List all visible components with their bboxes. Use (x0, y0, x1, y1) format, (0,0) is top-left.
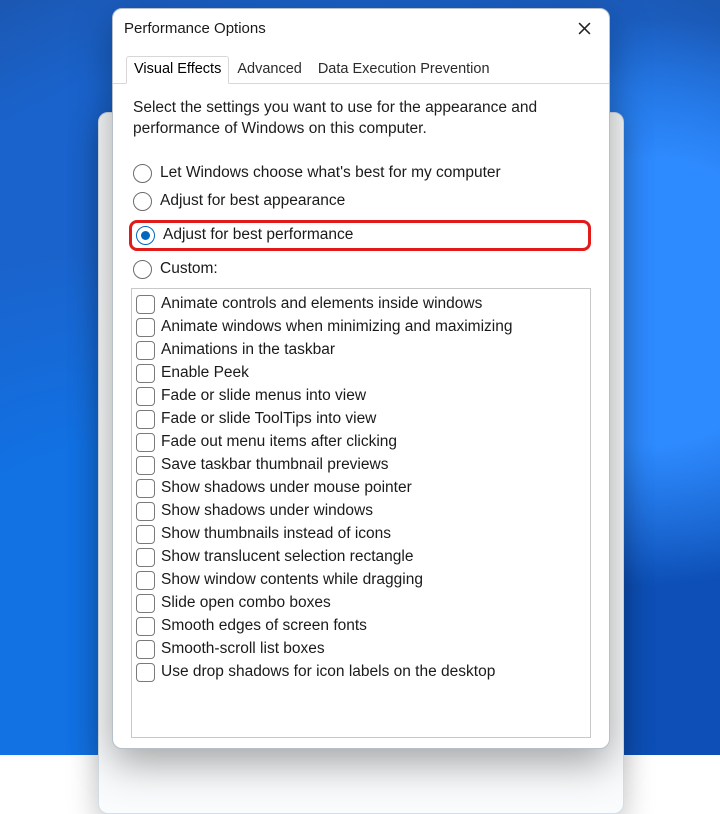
tab-dep[interactable]: Data Execution Prevention (310, 56, 498, 84)
effect-label: Fade or slide ToolTips into view (161, 411, 376, 427)
effect-item[interactable]: Show translucent selection rectangle (136, 546, 586, 569)
effect-item[interactable]: Smooth edges of screen fonts (136, 615, 586, 638)
effect-label: Show thumbnails instead of icons (161, 526, 391, 542)
effect-label: Use drop shadows for icon labels on the … (161, 664, 495, 680)
effect-label: Slide open combo boxes (161, 595, 331, 611)
performance-options-dialog: Performance Options Visual Effects Advan… (112, 8, 610, 749)
window-title: Performance Options (124, 20, 266, 37)
effect-item[interactable]: Animate controls and elements inside win… (136, 293, 586, 316)
effect-item[interactable]: Show window contents while dragging (136, 569, 586, 592)
checkbox-icon (136, 571, 155, 590)
checkbox-icon (136, 295, 155, 314)
effect-label: Animate windows when minimizing and maxi… (161, 319, 512, 335)
radio-icon (133, 164, 152, 183)
radio-let-windows-choose[interactable]: Let Windows choose what's best for my co… (133, 164, 591, 183)
checkbox-icon (136, 433, 155, 452)
effect-item[interactable]: Show thumbnails instead of icons (136, 523, 586, 546)
effect-item[interactable]: Fade out menu items after clicking (136, 431, 586, 454)
checkbox-icon (136, 410, 155, 429)
checkbox-icon (136, 548, 155, 567)
radio-label: Adjust for best performance (163, 226, 353, 244)
radio-icon (133, 260, 152, 279)
tabpage-visual-effects: Select the settings you want to use for … (113, 84, 609, 748)
radio-custom[interactable]: Custom: (133, 260, 591, 279)
effect-item[interactable]: Animate windows when minimizing and maxi… (136, 316, 586, 339)
checkbox-icon (136, 479, 155, 498)
checkbox-icon (136, 318, 155, 337)
radio-label: Let Windows choose what's best for my co… (160, 164, 501, 182)
close-button[interactable] (567, 15, 601, 41)
effect-label: Enable Peek (161, 365, 249, 381)
tab-advanced[interactable]: Advanced (229, 56, 310, 84)
effect-item[interactable]: Slide open combo boxes (136, 592, 586, 615)
effect-label: Fade out menu items after clicking (161, 434, 397, 450)
checkbox-icon (136, 502, 155, 521)
radio-label: Custom: (160, 260, 218, 278)
intro-text: Select the settings you want to use for … (131, 98, 591, 140)
effect-item[interactable]: Fade or slide menus into view (136, 385, 586, 408)
radio-group: Let Windows choose what's best for my co… (131, 164, 591, 279)
effect-label: Show shadows under windows (161, 503, 373, 519)
checkbox-icon (136, 456, 155, 475)
checkbox-icon (136, 617, 155, 636)
effect-item[interactable]: Smooth-scroll list boxes (136, 638, 586, 661)
checkbox-icon (136, 525, 155, 544)
effect-label: Show shadows under mouse pointer (161, 480, 412, 496)
effect-label: Show translucent selection rectangle (161, 549, 413, 565)
effect-label: Animate controls and elements inside win… (161, 296, 482, 312)
checkbox-icon (136, 640, 155, 659)
effect-item[interactable]: Animations in the taskbar (136, 339, 586, 362)
radio-label: Adjust for best appearance (160, 192, 345, 210)
radio-best-performance[interactable]: Adjust for best performance (129, 220, 591, 251)
checkbox-icon (136, 594, 155, 613)
effect-label: Fade or slide menus into view (161, 388, 366, 404)
checkbox-icon (136, 387, 155, 406)
effect-label: Save taskbar thumbnail previews (161, 457, 388, 473)
close-icon (578, 22, 591, 35)
checkbox-icon (136, 364, 155, 383)
effect-item[interactable]: Fade or slide ToolTips into view (136, 408, 586, 431)
effect-label: Smooth-scroll list boxes (161, 641, 325, 657)
effect-label: Animations in the taskbar (161, 342, 335, 358)
effect-item[interactable]: Show shadows under mouse pointer (136, 477, 586, 500)
tab-visual-effects[interactable]: Visual Effects (126, 56, 229, 84)
radio-best-appearance[interactable]: Adjust for best appearance (133, 192, 591, 211)
effect-item[interactable]: Show shadows under windows (136, 500, 586, 523)
radio-icon (136, 226, 155, 245)
checkbox-icon (136, 341, 155, 360)
effect-item[interactable]: Enable Peek (136, 362, 586, 385)
titlebar: Performance Options (113, 9, 609, 45)
effect-label: Smooth edges of screen fonts (161, 618, 367, 634)
effect-item[interactable]: Use drop shadows for icon labels on the … (136, 661, 586, 684)
radio-icon (133, 192, 152, 211)
effect-label: Show window contents while dragging (161, 572, 423, 588)
effects-list[interactable]: Animate controls and elements inside win… (131, 288, 591, 738)
tabstrip: Visual Effects Advanced Data Execution P… (113, 45, 609, 84)
checkbox-icon (136, 663, 155, 682)
effect-item[interactable]: Save taskbar thumbnail previews (136, 454, 586, 477)
